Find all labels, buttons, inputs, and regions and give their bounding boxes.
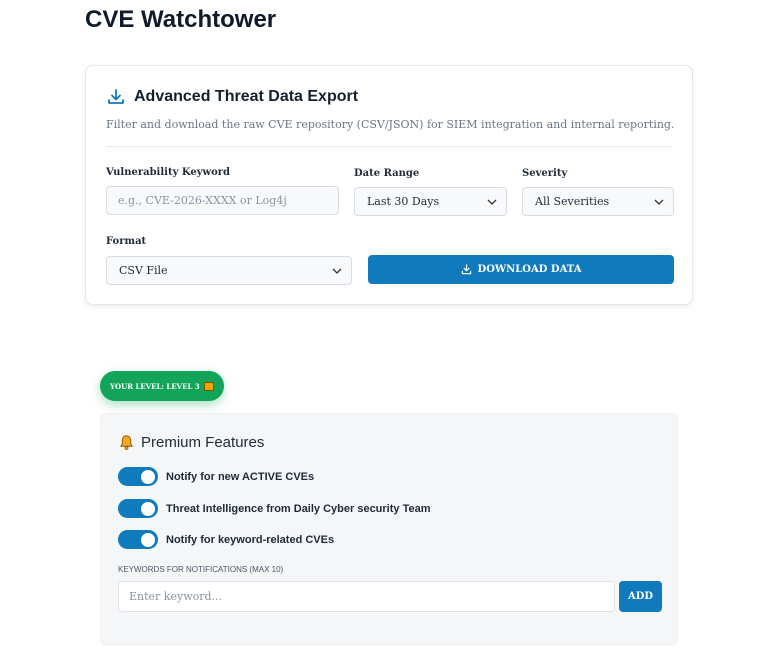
download-icon bbox=[108, 89, 124, 104]
toggle-knob bbox=[141, 469, 155, 484]
severity-select[interactable]: All Severities bbox=[522, 187, 674, 216]
trophy-icon bbox=[203, 381, 214, 391]
add-keyword-button[interactable]: ADD bbox=[619, 581, 662, 612]
date-range-value: Last 30 Days bbox=[367, 195, 440, 208]
premium-features-card: Premium Features Notify for new ACTIVE C… bbox=[100, 413, 678, 645]
keyword-input[interactable] bbox=[106, 186, 339, 215]
divider bbox=[106, 146, 672, 147]
export-title: Advanced Threat Data Export bbox=[134, 88, 359, 105]
date-range-select[interactable]: Last 30 Days bbox=[354, 187, 507, 216]
keyword-label: Vulnerability Keyword bbox=[106, 167, 231, 178]
toggle-label: Threat Intelligence from Daily Cyber sec… bbox=[166, 502, 431, 515]
export-header: Advanced Threat Data Export bbox=[106, 87, 358, 107]
toggle-row: Threat Intelligence from Daily Cyber sec… bbox=[118, 499, 431, 518]
chevron-down-icon bbox=[654, 199, 664, 205]
add-label: ADD bbox=[627, 591, 654, 602]
severity-label: Severity bbox=[522, 168, 568, 179]
premium-header: Premium Features bbox=[118, 434, 264, 451]
toggle-threat-intelligence[interactable] bbox=[118, 499, 158, 518]
format-value: CSV File bbox=[119, 264, 168, 277]
toggle-label: Notify for new ACTIVE CVEs bbox=[166, 470, 315, 483]
level-text: YOUR LEVEL: LEVEL 3 bbox=[110, 381, 200, 391]
toggle-active-cves[interactable] bbox=[118, 467, 158, 486]
chevron-down-icon bbox=[487, 199, 497, 205]
toggle-label: Notify for keyword-related CVEs bbox=[166, 533, 335, 546]
premium-title: Premium Features bbox=[141, 434, 265, 451]
bell-icon bbox=[119, 435, 134, 450]
download-label: DOWNLOAD DATA bbox=[477, 264, 582, 275]
level-badge: YOUR LEVEL: LEVEL 3 bbox=[100, 371, 224, 401]
export-card: Advanced Threat Data Export Filter and d… bbox=[85, 65, 693, 305]
toggle-knob bbox=[141, 532, 155, 547]
keyword-notification-input[interactable] bbox=[118, 581, 615, 612]
format-select[interactable]: CSV File bbox=[106, 256, 352, 285]
date-range-label: Date Range bbox=[354, 168, 420, 179]
app-title: CVE Watchtower bbox=[85, 6, 277, 33]
toggle-keyword-cves[interactable] bbox=[118, 530, 158, 549]
toggle-row: Notify for new ACTIVE CVEs bbox=[118, 467, 314, 486]
toggle-row: Notify for keyword-related CVEs bbox=[118, 530, 334, 549]
download-icon bbox=[461, 264, 471, 275]
download-data-button[interactable]: DOWNLOAD DATA bbox=[368, 255, 674, 284]
format-label: Format bbox=[106, 236, 147, 247]
toggle-knob bbox=[141, 501, 155, 516]
export-description: Filter and download the raw CVE reposito… bbox=[106, 118, 675, 131]
keywords-label: KEYWORDS FOR NOTIFICATIONS (MAX 10) bbox=[118, 565, 284, 574]
chevron-down-icon bbox=[332, 268, 342, 274]
severity-value: All Severities bbox=[535, 195, 610, 208]
